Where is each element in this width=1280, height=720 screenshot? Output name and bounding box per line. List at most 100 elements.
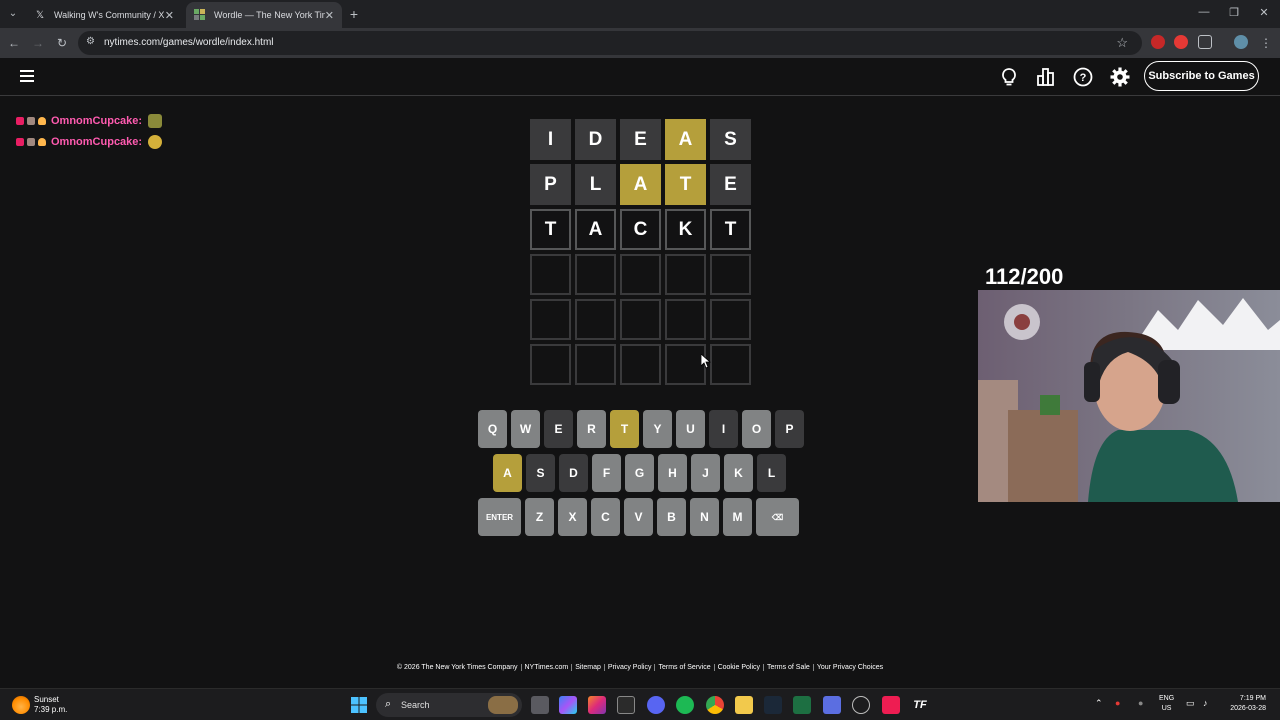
sub-badge-icon [27,137,35,146]
tray-app-icon[interactable]: ● [1115,698,1120,708]
restore-icon[interactable]: ❐ [1224,6,1244,19]
footer-link[interactable]: Terms of Sale [764,664,814,671]
key-x[interactable]: X [558,498,587,536]
key-j[interactable]: J [691,454,720,492]
extensions-puzzle-icon[interactable] [1198,35,1212,49]
hint-bulb-icon[interactable] [998,66,1020,88]
task-view-icon[interactable] [531,696,549,714]
steam-icon[interactable] [764,696,782,714]
key-w[interactable]: W [511,410,540,448]
key-r[interactable]: R [577,410,606,448]
tab-wordle[interactable]: Wordle — The New York Times ✕ [186,2,342,28]
key-v[interactable]: V [624,498,653,536]
key-u[interactable]: U [676,410,705,448]
backspace-key[interactable]: ⌫ [756,498,799,536]
weather-sunset-icon[interactable] [12,696,30,714]
key-n[interactable]: N [690,498,719,536]
key-a[interactable]: A [493,454,522,492]
copilot-icon[interactable] [559,696,577,714]
footer-link[interactable]: Privacy Policy [604,664,656,671]
key-t[interactable]: T [610,410,639,448]
tray-overflow-icon[interactable]: ⌃ [1095,698,1103,709]
file-explorer-icon[interactable] [735,696,753,714]
key-m[interactable]: M [723,498,752,536]
tab-close-icon[interactable]: ✕ [165,9,174,22]
key-q[interactable]: Q [478,410,507,448]
wordle-board: IDEASPLATETACKT [530,119,755,389]
subscribe-button[interactable]: Subscribe to Games [1144,61,1259,91]
instagram-icon[interactable] [588,696,606,714]
stats-icon[interactable] [1035,66,1057,88]
discord-icon[interactable] [647,696,665,714]
board-tile [575,254,616,295]
key-i[interactable]: I [709,410,738,448]
board-tile: T [665,164,706,205]
footer-link[interactable]: © 2026 The New York Times Company [393,664,522,671]
start-windows-icon[interactable] [350,696,368,714]
key-f[interactable]: F [592,454,621,492]
key-c[interactable]: C [591,498,620,536]
chrome-icon[interactable] [706,696,724,714]
games-header: ? [0,58,1280,96]
key-p[interactable]: P [775,410,804,448]
footer-link[interactable]: Your Privacy Choices [814,664,886,671]
key-s[interactable]: S [526,454,555,492]
key-y[interactable]: Y [643,410,672,448]
spotify-icon[interactable] [676,696,694,714]
app-icon[interactable] [823,696,841,714]
capcut-icon[interactable] [617,696,635,714]
key-z[interactable]: Z [525,498,554,536]
url-text[interactable]: nytimes.com/games/wordle/index.html [104,37,274,48]
settings-icon[interactable] [1109,66,1131,88]
clock-time: 7:19 PM [1239,695,1266,702]
new-tab-icon[interactable]: + [346,6,362,22]
weather-label[interactable]: Sunset [34,695,59,704]
key-k[interactable]: K [724,454,753,492]
excel-icon[interactable] [793,696,811,714]
obs-icon[interactable] [852,696,870,714]
minimize-icon[interactable]: — [1194,6,1214,18]
hamburger-menu-icon[interactable] [20,70,34,82]
key-e[interactable]: E [544,410,573,448]
board-tile [710,299,751,340]
browser-menu-icon[interactable]: ⋮ [1258,35,1274,51]
mic-muted-icon[interactable]: ● [1138,698,1143,708]
help-icon[interactable]: ? [1072,66,1094,88]
enter-key[interactable]: ENTER [478,498,521,536]
system-clock[interactable]: 7:19 PM 2026-03-28 [1200,694,1266,714]
key-g[interactable]: G [625,454,654,492]
reload-icon[interactable]: ↻ [54,35,70,51]
weather-time[interactable]: 7:39 p.m. [34,705,67,714]
key-h[interactable]: H [658,454,687,492]
key-b[interactable]: B [657,498,686,536]
profile-avatar[interactable] [1234,35,1248,49]
footer-link[interactable]: Cookie Policy [714,664,765,671]
footer-link[interactable]: Sitemap [572,664,605,671]
key-d[interactable]: D [559,454,588,492]
tf-app-icon[interactable]: TF [911,696,929,714]
tiktok-icon[interactable] [882,696,900,714]
network-icon[interactable]: ▭ [1186,698,1195,709]
tab-search-chevron-icon[interactable]: ⌄ [4,6,22,22]
bookmark-star-icon[interactable]: ☆ [1116,35,1128,51]
address-bar[interactable]: ⚙ nytimes.com/games/wordle/index.html ☆ [78,31,1142,55]
language-indicator[interactable]: ENG US [1159,694,1174,714]
extension-icon[interactable] [1174,35,1188,49]
flame-badge-icon [38,137,46,146]
board-tile: I [530,119,571,160]
footer-link[interactable]: Terms of Service [655,664,715,671]
forward-icon[interactable]: → [30,35,46,51]
key-l[interactable]: L [757,454,786,492]
tab-close-icon[interactable]: ✕ [325,9,334,22]
footer-link[interactable]: NYTimes.com [521,664,573,671]
site-info-icon[interactable]: ⚙ [86,36,95,47]
back-icon[interactable]: ← [6,35,22,51]
key-o[interactable]: O [742,410,771,448]
board-tile: D [575,119,616,160]
board-tile [665,344,706,385]
tab-x-community[interactable]: 𝕏 Walking W's Community / X ✕ [26,2,182,28]
extension-icon[interactable] [1151,35,1165,49]
stream-counter: 112/200 [985,264,1064,289]
close-window-icon[interactable]: ✕ [1254,6,1274,19]
taskbar-search[interactable]: ⌕ Search [376,693,522,717]
